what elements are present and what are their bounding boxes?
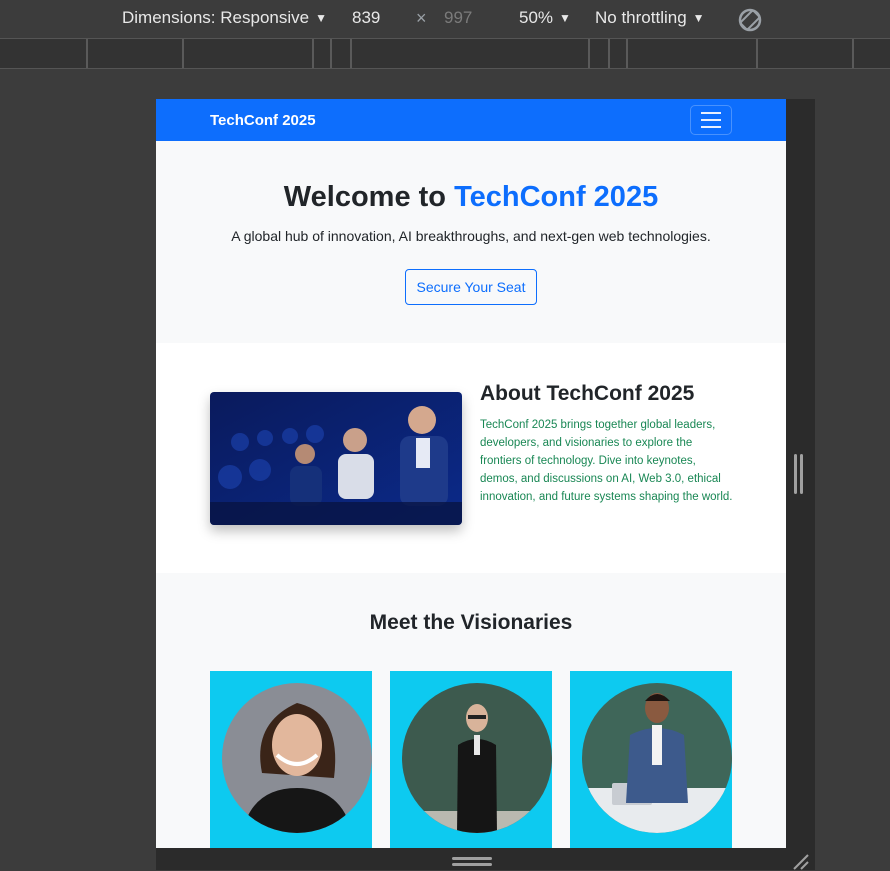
about-body: TechConf 2025 brings together global lea… xyxy=(480,419,733,503)
width-input[interactable]: 839 xyxy=(352,8,380,28)
times-icon: × xyxy=(416,8,427,28)
device-stage: TechConf 2025 Welcome to TechConf 2025 A… xyxy=(0,69,890,870)
audience-image xyxy=(210,392,462,525)
speaker-card[interactable] xyxy=(570,671,732,848)
navbar-toggler-button[interactable] xyxy=(690,105,732,135)
device-viewport: TechConf 2025 Welcome to TechConf 2025 A… xyxy=(156,99,786,848)
throttling-dropdown[interactable]: No throttling ▼ xyxy=(595,8,705,28)
speaker-photo xyxy=(222,683,372,833)
dimensions-label: Dimensions: Responsive xyxy=(122,8,310,27)
chevron-down-icon: ▼ xyxy=(692,11,705,25)
about-content: About TechConf 2025 TechConf 2025 brings… xyxy=(480,382,735,506)
speaker-photo xyxy=(582,683,732,833)
rotate-icon[interactable] xyxy=(736,6,764,34)
about-section: About TechConf 2025 TechConf 2025 brings… xyxy=(156,343,786,573)
hero-subtitle: A global hub of innovation, AI breakthro… xyxy=(231,228,711,244)
chevron-down-icon: ▼ xyxy=(559,11,571,25)
throttling-value: No throttling xyxy=(595,8,687,27)
resize-corner-icon[interactable] xyxy=(790,851,810,871)
bottom-resize-handle[interactable] xyxy=(452,857,492,867)
about-title: About TechConf 2025 xyxy=(480,382,695,405)
zoom-value: 50% xyxy=(519,8,554,27)
speaker-photo xyxy=(402,683,552,833)
speaker-card[interactable] xyxy=(390,671,552,848)
zoom-dropdown[interactable]: 50% ▼ xyxy=(519,8,571,28)
speakers-section: Meet the Visionaries xyxy=(156,573,786,848)
hamburger-icon xyxy=(701,112,721,114)
hero-section: Welcome to TechConf 2025 A global hub of… xyxy=(156,141,786,343)
devtools-device-toolbar: Dimensions: Responsive ▼ 839 × 997 50% ▼… xyxy=(0,0,890,38)
media-query-ruler xyxy=(0,38,890,69)
hero-title: Welcome to TechConf 2025 xyxy=(283,181,659,213)
speaker-card[interactable] xyxy=(210,671,372,848)
dimensions-dropdown[interactable]: Dimensions: Responsive ▼ xyxy=(122,8,327,28)
secure-seat-button[interactable]: Secure Your Seat xyxy=(404,269,538,305)
chevron-down-icon: ▼ xyxy=(315,11,327,25)
right-resize-handle[interactable] xyxy=(794,454,804,494)
hero-title-accent: TechConf 2025 xyxy=(454,181,659,213)
navbar-brand[interactable]: TechConf 2025 xyxy=(210,112,316,129)
speakers-title: Meet the Visionaries xyxy=(369,611,573,634)
height-input[interactable]: 997 xyxy=(444,8,472,28)
navbar: TechConf 2025 xyxy=(156,99,786,141)
